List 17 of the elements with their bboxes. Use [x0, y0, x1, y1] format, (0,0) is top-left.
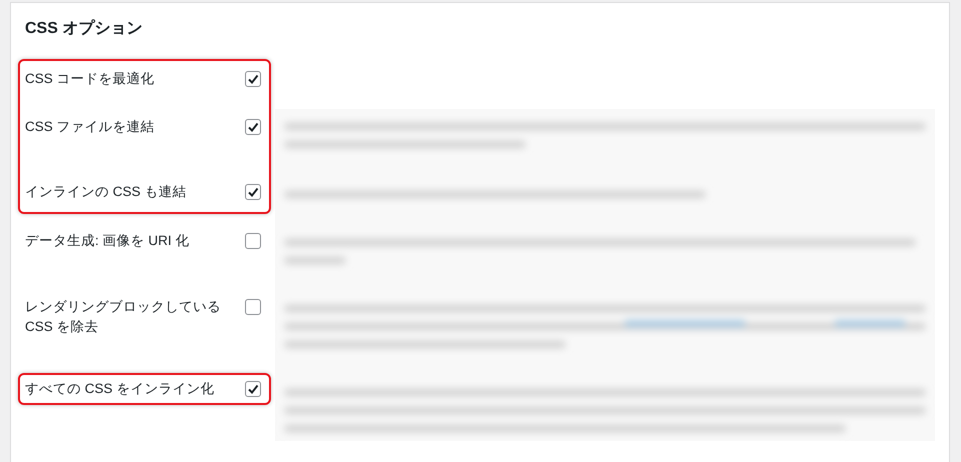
checkbox[interactable]: [245, 71, 261, 87]
checkbox[interactable]: [245, 381, 261, 397]
checkbox[interactable]: [245, 184, 261, 200]
option-label: CSS ファイルを連結: [25, 118, 156, 136]
option-label: データ生成: 画像を URI 化: [25, 232, 190, 250]
option-label: インラインの CSS も連結: [25, 183, 188, 201]
check-icon: [247, 383, 259, 395]
checkbox[interactable]: [245, 233, 261, 249]
check-icon: [247, 73, 259, 85]
check-icon: [247, 186, 259, 198]
section-title: CSS オプション: [25, 18, 142, 39]
option-label: すべての CSS をインライン化: [25, 380, 216, 398]
option-label: CSS コードを最適化: [25, 70, 156, 88]
check-icon: [247, 121, 259, 133]
checkbox[interactable]: [245, 119, 261, 135]
checkbox[interactable]: [245, 299, 261, 315]
option-label: レンダリングブロックしている CSS を除去: [25, 298, 222, 336]
